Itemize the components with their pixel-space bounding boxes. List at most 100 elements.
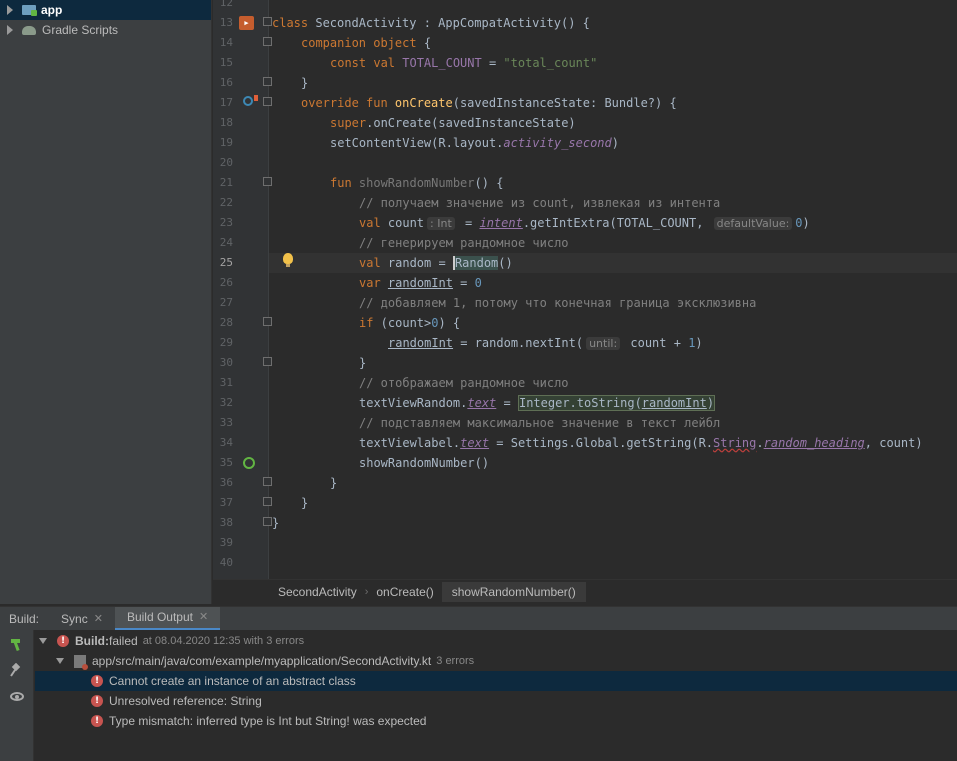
code-line-17[interactable]: override fun onCreate(savedInstanceState… [272, 93, 677, 113]
code-line-32[interactable]: textViewRandom.text = Integer.toString(r… [272, 393, 716, 413]
fold-marker[interactable] [263, 17, 272, 26]
parameter-hint: until: [586, 337, 621, 350]
build-output-tree[interactable]: ! Build: failed at 08.04.2020 12:35 with… [35, 630, 957, 761]
code-line-14[interactable]: companion object { [272, 33, 431, 53]
error-highlight[interactable]: Integer.toString(randomInt) [517, 395, 716, 411]
expand-arrow-icon[interactable] [7, 25, 13, 35]
code-line-26[interactable]: var randomInt = 0 [272, 273, 482, 293]
tree-item-label: Gradle Scripts [42, 23, 119, 37]
tree-item-app[interactable]: app [0, 0, 211, 20]
code-line-34[interactable]: textViewlabel.text = Settings.Global.get… [272, 433, 923, 453]
fold-marker[interactable] [263, 477, 272, 486]
line-number: 28 [219, 316, 233, 329]
parameter-hint: defaultValue: [713, 217, 793, 230]
expand-arrow-icon[interactable] [7, 5, 13, 15]
build-side-toolbar [0, 630, 34, 761]
number-literal: 0 [474, 276, 482, 290]
code-line-31[interactable]: // отображаем рандомное число [272, 373, 569, 393]
build-tab-bar: Build: Sync ✕ Build Output ✕ [0, 606, 957, 631]
build-error-row[interactable]: ! Type mismatch: inferred type is Int bu… [35, 711, 957, 731]
keyword: companion object [301, 36, 417, 50]
code-line-28[interactable]: if (count>0) { [272, 313, 460, 333]
code-line-30[interactable]: } [272, 353, 366, 373]
operator: = [452, 276, 475, 290]
tab-build-output[interactable]: Build Output ✕ [114, 606, 221, 631]
build-status-row[interactable]: ! Build: failed at 08.04.2020 12:35 with… [35, 631, 957, 651]
eye-icon[interactable] [10, 692, 24, 701]
code-text: } [330, 476, 338, 490]
build-error-row[interactable]: ! Cannot create an instance of an abstra… [35, 671, 957, 691]
fold-marker[interactable] [263, 37, 272, 46]
code-text: SecondActivity : AppCompatActivity() { [308, 16, 590, 30]
code-text: ) [706, 396, 715, 410]
hammer-icon[interactable] [10, 638, 24, 652]
variable-name: randomInt [387, 276, 453, 290]
code-line-19[interactable]: setContentView(R.layout.activity_second) [272, 133, 619, 153]
operator: = [496, 396, 518, 410]
class-run-icon[interactable]: ▶ [239, 16, 254, 30]
comment: // отображаем рандомное число [359, 376, 569, 390]
tree-item-gradle-scripts[interactable]: Gradle Scripts [0, 20, 211, 40]
kotlin-file-icon [74, 654, 88, 670]
tab-sync[interactable]: Sync ✕ [49, 607, 115, 631]
code-text: showRandomNumber() [359, 456, 490, 470]
error-icon: ! [91, 715, 103, 727]
collapse-arrow-icon[interactable] [39, 638, 47, 644]
operator: = [457, 216, 480, 230]
code-text: random = [380, 256, 453, 270]
code-line-29[interactable]: randomInt = random.nextInt(until: count … [272, 333, 703, 353]
build-error-row[interactable]: ! Unresolved reference: String [35, 691, 957, 711]
breadcrumb-item[interactable]: showRandomNumber() [441, 582, 586, 602]
fold-marker[interactable] [263, 357, 272, 366]
keyword: class [272, 16, 309, 30]
breadcrumb-item[interactable]: SecondActivity [278, 585, 365, 599]
code-editor[interactable]: 12 13 14 15 16 17 18 19 20 21 22 23 24 25 26 27 28 29 30 31… [213, 0, 957, 579]
code-line-36[interactable]: } [272, 473, 337, 493]
line-number: 21 [219, 176, 233, 189]
constant-name: TOTAL_COUNT [395, 56, 482, 70]
gradle-icon [22, 25, 36, 35]
keyword: override fun [301, 96, 388, 110]
code-line-22[interactable]: // получаем значение из count, извлекая … [272, 193, 720, 213]
resource-ref: random_heading [763, 436, 865, 450]
code-line-38[interactable]: } [272, 513, 279, 533]
fold-marker[interactable] [263, 77, 272, 86]
code-line-13[interactable]: class SecondActivity : AppCompatActivity… [272, 13, 590, 33]
code-line-23[interactable]: val count: Int = intent.getIntExtra(TOTA… [272, 213, 810, 233]
line-number: 31 [219, 376, 233, 389]
breadcrumb-item[interactable]: onCreate() [376, 585, 441, 599]
fold-marker[interactable] [263, 177, 272, 186]
build-file-row[interactable]: app/src/main/java/com/example/myapplicat… [35, 651, 957, 671]
collapse-arrow-icon[interactable] [56, 658, 64, 664]
line-number: 22 [219, 196, 233, 209]
code-line-15[interactable]: const val TOTAL_COUNT = "total_count" [272, 53, 597, 73]
fold-marker[interactable] [263, 317, 272, 326]
close-icon[interactable]: ✕ [199, 607, 208, 628]
line-number: 16 [219, 76, 233, 89]
override-icon[interactable] [243, 95, 258, 106]
recursive-call-icon[interactable] [243, 457, 255, 469]
fold-marker[interactable] [263, 97, 272, 106]
code-line-18[interactable]: super.onCreate(savedInstanceState) [272, 113, 576, 133]
code-line-21[interactable]: fun showRandomNumber() { [272, 173, 503, 193]
code-line-25[interactable]: val random = Random() [272, 253, 513, 273]
unresolved-reference[interactable]: String [713, 436, 756, 450]
code-line-33[interactable]: // подставляем максимальное значение в т… [272, 413, 720, 433]
code-line-27[interactable]: // добавляем 1, потому что конечная гран… [272, 293, 756, 313]
close-icon[interactable]: ✕ [94, 607, 103, 631]
fold-marker[interactable] [263, 517, 272, 526]
code-line-16[interactable]: } [272, 73, 308, 93]
code-line-24[interactable]: // генерируем рандомное число [272, 233, 569, 253]
pin-icon[interactable] [10, 663, 22, 677]
fold-marker[interactable] [263, 497, 272, 506]
line-number: 34 [219, 436, 233, 449]
code-line-37[interactable]: } [272, 493, 308, 513]
line-number: 12 [219, 0, 233, 9]
line-number: 38 [219, 516, 233, 529]
code-text: } [301, 76, 309, 90]
type-hint: : Int [427, 217, 455, 230]
code-line-35[interactable]: showRandomNumber() [272, 453, 489, 473]
tab-label: Build Output [126, 609, 193, 624]
folder-icon [22, 5, 37, 16]
build-window-title: Build: [9, 611, 40, 626]
